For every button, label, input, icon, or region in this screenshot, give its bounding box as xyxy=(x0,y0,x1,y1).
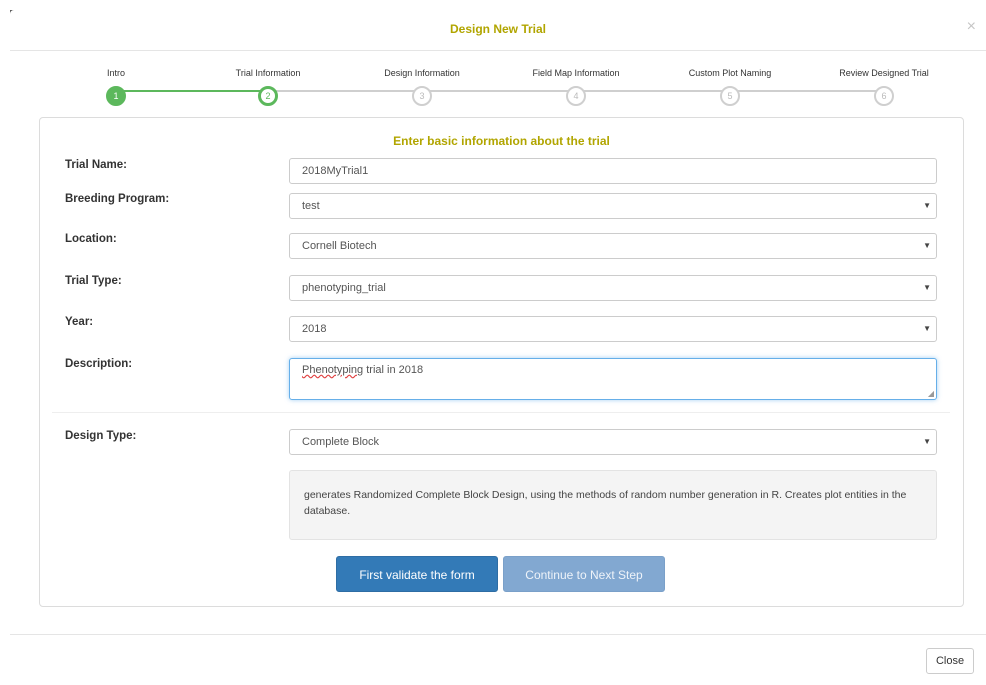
trial-info-panel: Enter basic information about the trial … xyxy=(39,117,964,607)
close-icon[interactable]: × xyxy=(967,19,976,35)
wizard-step-circle: 5 xyxy=(720,86,740,106)
chevron-down-icon: ▼ xyxy=(923,324,931,333)
wizard-step-label: Review Designed Trial xyxy=(839,68,929,78)
description-label: Description: xyxy=(65,358,133,370)
wizard-step-label: Custom Plot Naming xyxy=(688,68,772,78)
year-value: 2018 xyxy=(302,323,327,335)
wizard-step-circle: 6 xyxy=(874,86,894,106)
wizard-step-trial-information[interactable]: Trial Information 2 xyxy=(208,66,328,106)
design-type-select[interactable]: Complete Block ▼ xyxy=(289,429,937,455)
chevron-down-icon: ▼ xyxy=(923,201,931,210)
wizard-step-design-information[interactable]: Design Information 3 xyxy=(362,66,482,106)
breeding-program-label: Breeding Program: xyxy=(65,193,170,205)
wizard-step-circle: 2 xyxy=(258,86,278,106)
year-label: Year: xyxy=(65,316,94,328)
description-textarea[interactable]: Phenotyping trial in 2018 ◢ xyxy=(289,358,937,400)
close-button[interactable]: Close xyxy=(926,648,974,674)
design-trial-modal: Design New Trial × Intro 1 Trial Informa… xyxy=(10,10,986,685)
design-type-label: Design Type: xyxy=(65,430,137,442)
wizard-step-intro[interactable]: Intro 1 xyxy=(56,66,176,106)
wizard-step-label: Field Map Information xyxy=(532,68,620,78)
trial-name-input[interactable]: 2018MyTrial1 xyxy=(289,158,937,184)
wizard-step-circle: 4 xyxy=(566,86,586,106)
wizard-step-circle: 3 xyxy=(412,86,432,106)
trial-type-value: phenotyping_trial xyxy=(302,282,386,294)
year-select[interactable]: 2018 ▼ xyxy=(289,316,937,342)
wizard-step-label: Trial Information xyxy=(235,68,301,78)
wizard-step-circle: 1 xyxy=(106,86,126,106)
trial-type-label: Trial Type: xyxy=(65,275,122,287)
breeding-program-value: test xyxy=(302,200,320,212)
design-type-description: generates Randomized Complete Block Desi… xyxy=(289,470,937,540)
modal-footer-divider xyxy=(10,634,986,635)
trial-type-select[interactable]: phenotyping_trial ▼ xyxy=(289,275,937,301)
trial-name-label: Trial Name: xyxy=(65,159,127,171)
description-value: trial in 2018 xyxy=(363,364,424,376)
chevron-down-icon: ▼ xyxy=(923,241,931,250)
design-type-value: Complete Block xyxy=(302,436,380,448)
chevron-down-icon: ▼ xyxy=(923,437,931,446)
modal-header: Design New Trial × xyxy=(10,10,986,51)
location-value: Cornell Biotech xyxy=(302,240,377,252)
location-select[interactable]: Cornell Biotech ▼ xyxy=(289,233,937,259)
breeding-program-select[interactable]: test ▼ xyxy=(289,193,937,219)
modal-title: Design New Trial xyxy=(449,22,547,36)
background-page-strip xyxy=(0,0,10,685)
wizard-step-review-designed-trial[interactable]: Review Designed Trial 6 xyxy=(824,66,944,106)
trial-name-value: 2018MyTrial1 xyxy=(302,165,369,177)
background-header xyxy=(0,0,986,10)
resize-handle-icon[interactable]: ◢ xyxy=(928,389,934,398)
wizard-step-custom-plot-naming[interactable]: Custom Plot Naming 5 xyxy=(670,66,790,106)
description-value-misspelled: Phenotyping xyxy=(302,364,364,376)
chevron-down-icon: ▼ xyxy=(923,283,931,292)
wizard-step-field-map-information[interactable]: Field Map Information 4 xyxy=(516,66,636,106)
wizard-step-label: Design Information xyxy=(384,68,460,78)
form-divider xyxy=(52,412,950,413)
continue-next-step-button[interactable]: Continue to Next Step xyxy=(503,556,665,592)
validate-form-button[interactable]: First validate the form xyxy=(336,556,498,592)
location-label: Location: xyxy=(65,233,117,245)
panel-heading: Enter basic information about the trial xyxy=(393,134,610,148)
wizard-step-label: Intro xyxy=(106,68,125,78)
